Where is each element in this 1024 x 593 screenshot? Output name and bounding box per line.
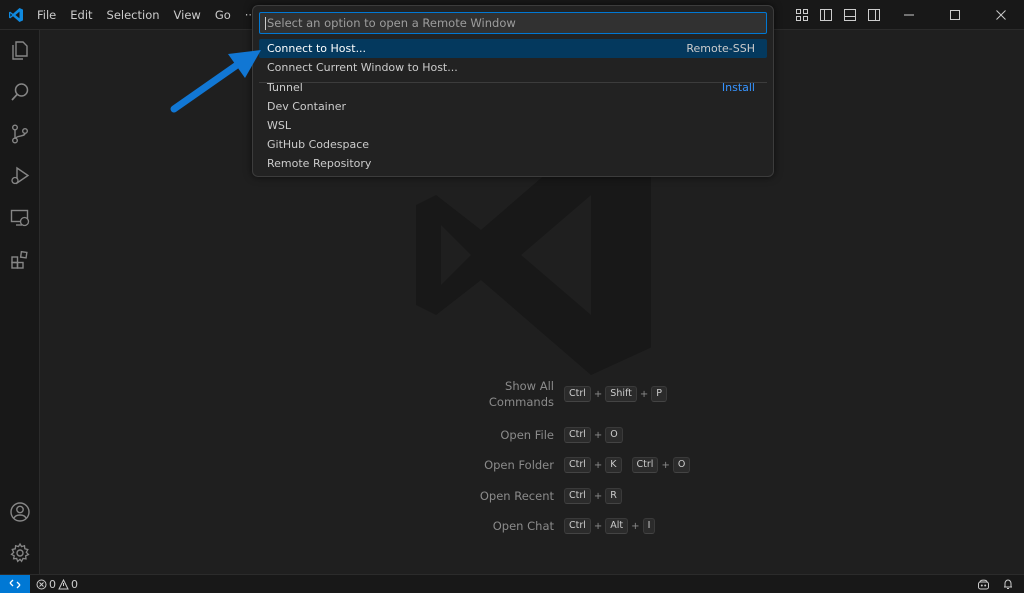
maximize-icon[interactable] xyxy=(932,0,978,30)
key: I xyxy=(642,518,656,534)
vscode-logo-icon xyxy=(9,8,23,22)
shortcut-open-file[interactable]: Open File Ctrl + O xyxy=(420,427,740,443)
option-label: WSL xyxy=(267,119,291,132)
warning-icon xyxy=(58,578,69,589)
keybinding: Ctrl + R xyxy=(564,488,622,504)
option-label: Connect Current Window to Host... xyxy=(267,61,458,74)
menu-edit[interactable]: Edit xyxy=(63,4,99,26)
error-icon xyxy=(36,579,47,589)
accounts-icon[interactable] xyxy=(8,500,32,524)
option-dev-container[interactable]: Dev Container xyxy=(259,97,767,116)
shortcut-open-recent[interactable]: Open Recent Ctrl + R xyxy=(420,488,740,504)
problems-indicator[interactable]: 0 0 xyxy=(36,575,78,593)
menu-go[interactable]: Go xyxy=(208,4,238,26)
close-icon[interactable] xyxy=(978,0,1024,30)
key: Ctrl xyxy=(564,488,591,504)
annotation-arrow-icon xyxy=(170,50,261,113)
key: Ctrl xyxy=(564,518,591,534)
copilot-icon[interactable] xyxy=(977,578,990,591)
error-count: 0 xyxy=(49,577,56,591)
shortcut-label: Open Chat xyxy=(492,519,554,533)
menu-file[interactable]: File xyxy=(30,4,63,26)
quick-pick-input[interactable]: Select an option to open a Remote Window xyxy=(259,12,767,34)
manage-gear-icon[interactable] xyxy=(8,541,32,565)
search-icon[interactable] xyxy=(8,80,32,104)
toggle-secondary-sidebar-icon[interactable] xyxy=(862,0,886,30)
notifications-bell-icon[interactable] xyxy=(1002,578,1014,590)
key: Ctrl xyxy=(564,457,591,473)
shortcut-open-chat[interactable]: Open Chat Ctrl + Alt + I xyxy=(420,518,740,534)
option-label: Dev Container xyxy=(267,100,346,113)
key: Ctrl xyxy=(564,427,591,443)
key: P xyxy=(651,386,668,402)
extensions-icon[interactable] xyxy=(8,248,32,272)
key: Shift xyxy=(605,386,637,402)
option-connect-to-host[interactable]: Connect to Host... Remote-SSH xyxy=(259,39,767,58)
remote-explorer-icon[interactable] xyxy=(8,206,32,230)
option-label: Remote Repository xyxy=(267,157,372,170)
warning-count: 0 xyxy=(71,577,78,591)
option-label: Connect to Host... xyxy=(267,42,367,55)
option-tunnel[interactable]: Tunnel Install xyxy=(259,78,767,97)
shortcut-label: Open Recent xyxy=(479,489,554,503)
keybinding: Ctrl + K Ctrl + O xyxy=(564,457,691,473)
activity-bar xyxy=(0,30,40,574)
explorer-icon[interactable] xyxy=(8,38,32,62)
minimize-icon[interactable] xyxy=(886,0,932,30)
option-wsl[interactable]: WSL xyxy=(259,116,767,135)
status-bar-right xyxy=(977,575,1014,593)
option-remote-repository[interactable]: Remote Repository xyxy=(259,154,767,173)
toggle-panel-icon[interactable] xyxy=(838,0,862,30)
keybinding: Ctrl + O xyxy=(564,427,623,443)
key: Alt xyxy=(605,518,629,534)
window-controls xyxy=(790,0,1024,30)
shortcut-label: Open Folder xyxy=(484,458,554,472)
option-connect-current-window[interactable]: Connect Current Window to Host... xyxy=(259,58,767,77)
key: Ctrl xyxy=(564,386,591,402)
source-control-icon[interactable] xyxy=(8,122,32,146)
menu-bar: File Edit Selection View Go ··· xyxy=(30,0,263,30)
keybinding: Ctrl + Shift + P xyxy=(564,386,668,402)
option-label: GitHub Codespace xyxy=(267,138,370,151)
quick-pick-placeholder: Select an option to open a Remote Window xyxy=(267,16,516,30)
status-bar: 0 0 xyxy=(0,574,1024,593)
menu-view[interactable]: View xyxy=(167,4,208,26)
key: O xyxy=(605,427,623,443)
shortcut-label: Open File xyxy=(500,428,554,442)
customize-layout-icon[interactable] xyxy=(790,0,814,30)
key: O xyxy=(672,457,691,473)
install-link[interactable]: Install xyxy=(722,78,755,97)
run-debug-icon[interactable] xyxy=(8,164,32,188)
key: Ctrl xyxy=(631,457,659,473)
shortcut-label: Show All Commands xyxy=(488,379,554,409)
option-label: Tunnel xyxy=(267,81,303,94)
toggle-primary-sidebar-icon[interactable] xyxy=(814,0,838,30)
option-github-codespace[interactable]: GitHub Codespace xyxy=(259,135,767,154)
keybinding: Ctrl + Alt + I xyxy=(564,518,656,534)
remote-window-quick-pick: Select an option to open a Remote Window… xyxy=(252,5,774,177)
option-detail: Remote-SSH xyxy=(686,42,755,55)
remote-indicator-icon[interactable] xyxy=(0,575,30,593)
key: K xyxy=(605,457,622,473)
shortcut-open-folder[interactable]: Open Folder Ctrl + K Ctrl + O xyxy=(420,457,740,473)
shortcut-show-all-commands[interactable]: Show All Commands Ctrl + Shift + P xyxy=(420,378,740,410)
menu-selection[interactable]: Selection xyxy=(100,4,167,26)
key: R xyxy=(605,488,622,504)
